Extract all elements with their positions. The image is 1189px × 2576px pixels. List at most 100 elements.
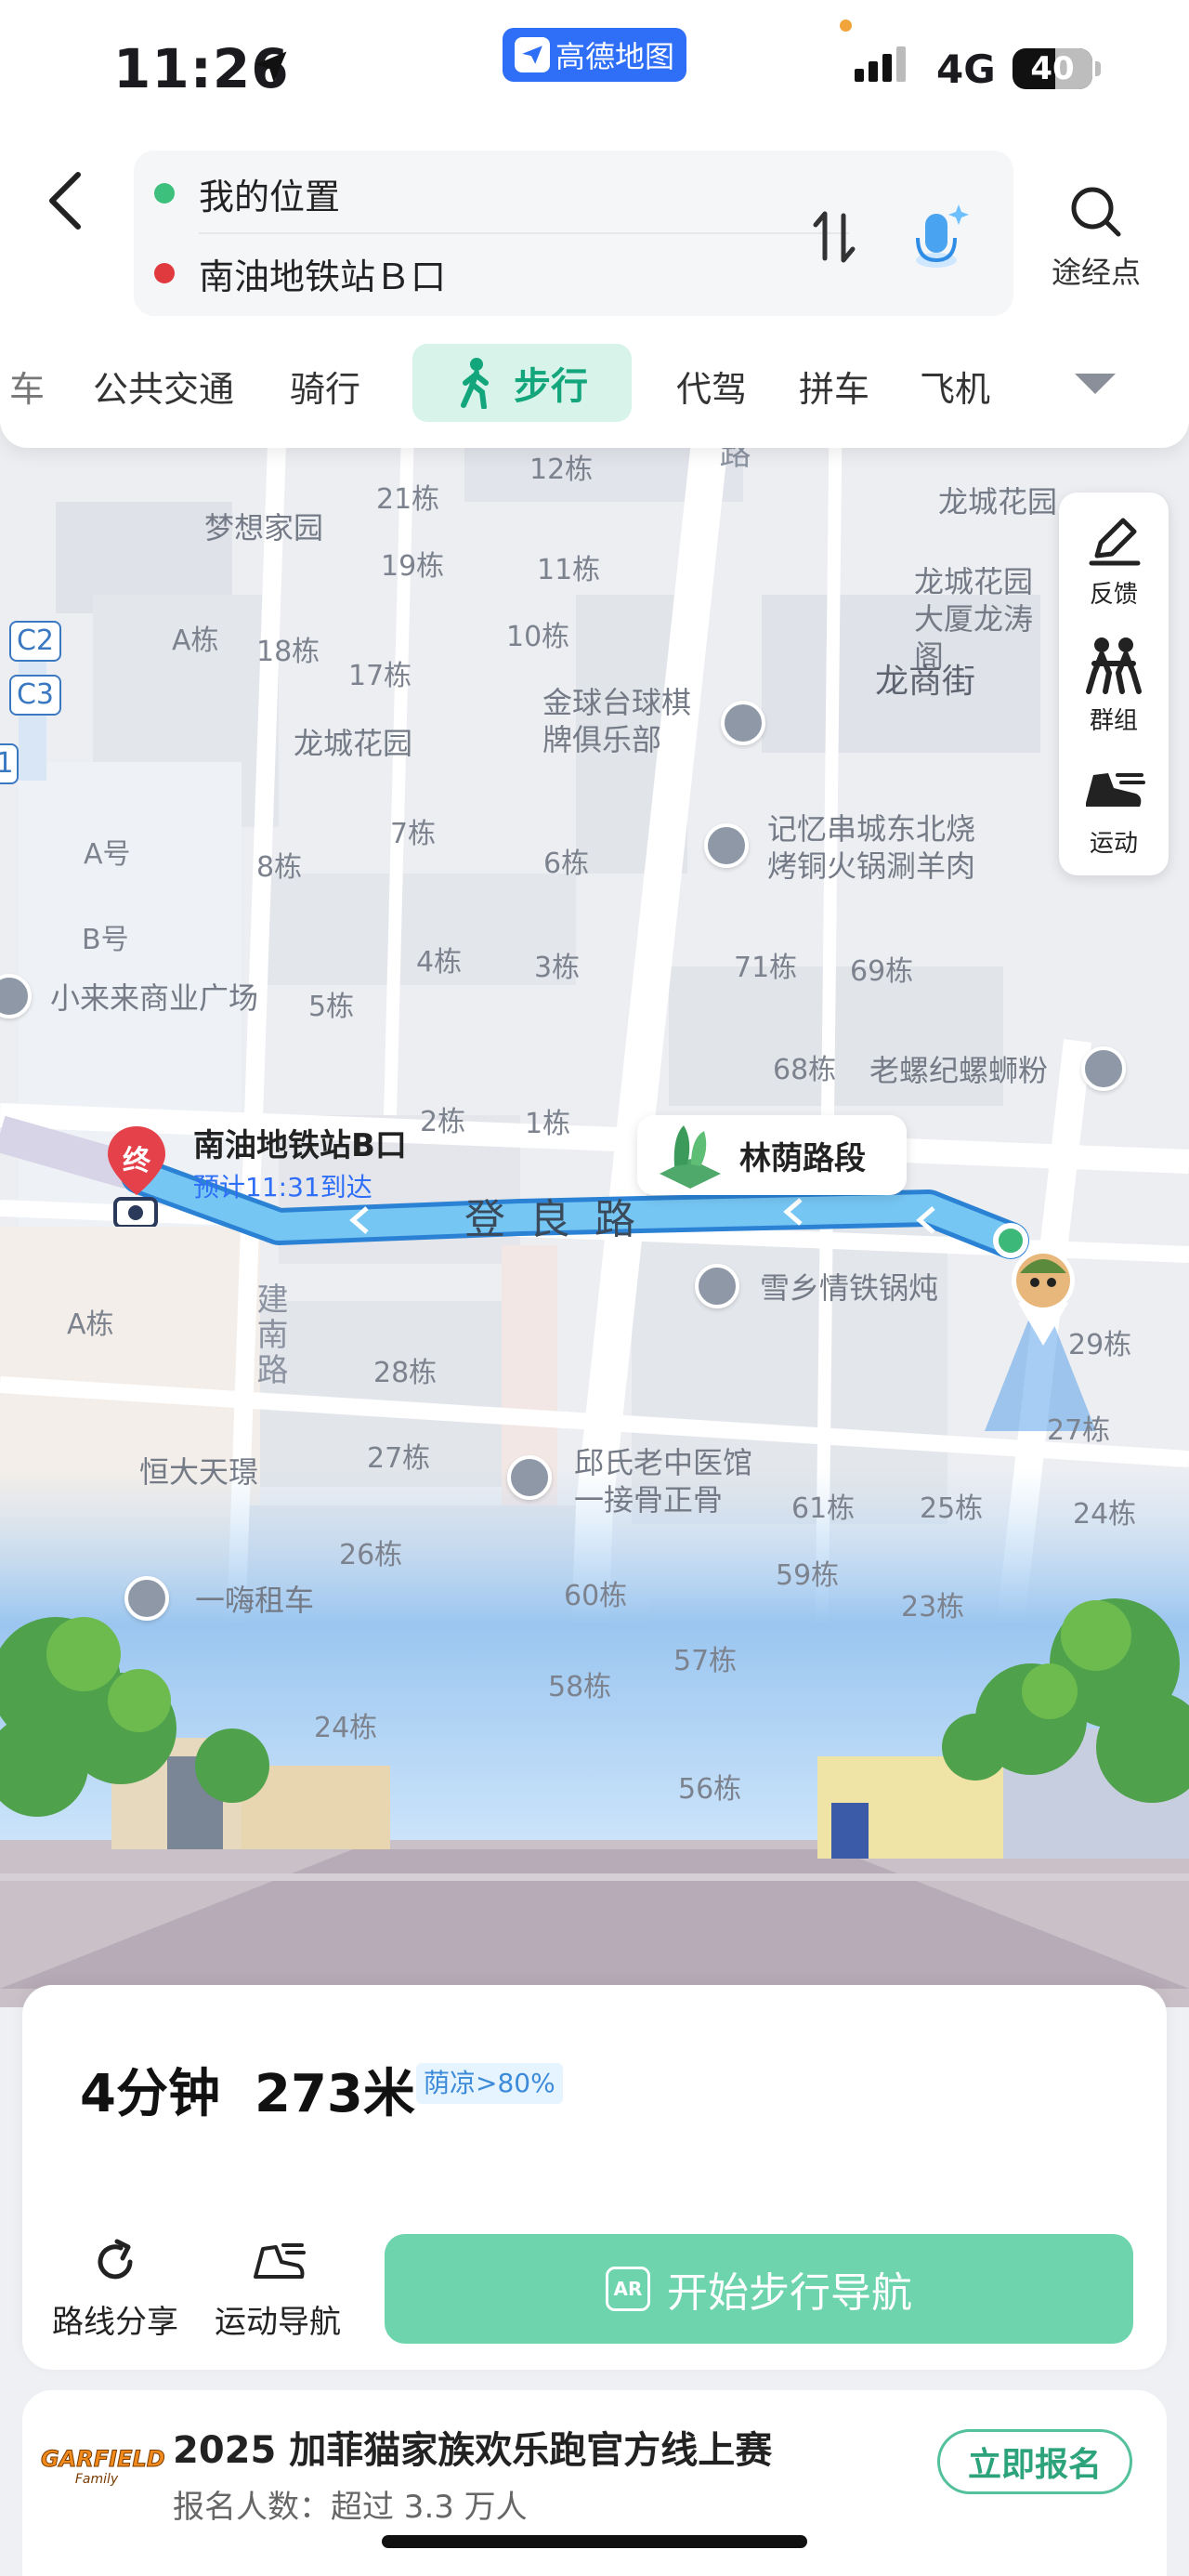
feedback-button[interactable]: 反馈 — [1059, 513, 1169, 610]
poi-label[interactable]: 一嗨租车 — [195, 1582, 314, 1619]
building-label: 2栋 — [420, 1106, 466, 1138]
chevron-down-icon[interactable] — [1075, 374, 1116, 394]
destination-text: 南油地铁站Ｂ口 — [199, 256, 447, 297]
road-label: 登良路 — [464, 1196, 660, 1243]
poi-label[interactable]: 金球台球棋牌俱乐部 — [542, 684, 710, 758]
home-indicator[interactable] — [382, 2535, 807, 2548]
destination-marker[interactable]: 终 — [104, 1124, 169, 1229]
restaurant-icon[interactable] — [695, 1264, 739, 1308]
destination-eta: 预计11:31到达 — [193, 1172, 372, 1203]
sport-navigation-button[interactable]: 运动导航 — [213, 2236, 343, 2342]
destination-field[interactable]: 南油地铁站Ｂ口 — [152, 236, 446, 310]
building-label: 28栋 — [373, 1357, 438, 1389]
garfield-logo: GARFIELD Family — [41, 2446, 166, 2488]
poi-label[interactable]: 记忆串城东北烧烤铜火锅涮羊肉 — [767, 810, 1000, 885]
origin-dot-icon — [154, 183, 175, 204]
tab-walk[interactable]: 步行 — [412, 344, 632, 422]
poi-label[interactable]: 小来来商业广场 — [50, 979, 258, 1017]
food-icon[interactable] — [1081, 1046, 1126, 1091]
building-label: 27栋 — [367, 1442, 431, 1475]
start-walking-navigation-button[interactable]: AR 开始步行导航 — [385, 2234, 1133, 2344]
voice-assistant-icon[interactable] — [901, 195, 975, 279]
tab-car[interactable]: 车 — [9, 361, 45, 412]
building-label: 57栋 — [673, 1645, 738, 1677]
paper-plane-icon — [514, 37, 550, 72]
street-label: 龙商街 — [875, 663, 976, 701]
building-label: 26栋 — [339, 1539, 403, 1571]
building-label: 7栋 — [390, 818, 437, 850]
group-button[interactable]: 群组 — [1059, 636, 1169, 736]
building-label: A号 — [84, 838, 131, 871]
tab-transit[interactable]: 公共交通 — [93, 361, 234, 412]
transit-code[interactable]: C2 — [9, 621, 61, 662]
feedback-label: 反馈 — [1089, 581, 1138, 609]
signal-icon — [855, 46, 910, 82]
promo-title: 2025 加菲猫家族欢乐跑官方线上赛 — [173, 2429, 773, 2472]
building-label: B号 — [82, 924, 129, 956]
origin-field[interactable]: 我的位置 — [152, 156, 340, 230]
transit-code[interactable]: 1 — [0, 743, 19, 784]
poi-label[interactable]: 老螺纪螺蛳粉 — [869, 1052, 1048, 1089]
sport-button[interactable]: 运动 — [1059, 762, 1169, 859]
poi-label[interactable]: 邱氏老中医馆一接骨正骨 — [574, 1444, 778, 1518]
route-input-box: 我的位置 南油地铁站Ｂ口 — [134, 151, 1013, 316]
building-label: 56栋 — [678, 1773, 742, 1806]
tab-ride[interactable]: 骑行 — [290, 361, 360, 412]
poi-label[interactable]: 龙城花园 — [294, 725, 412, 762]
billiards-icon[interactable] — [721, 701, 765, 745]
building-label: 27栋 — [1047, 1414, 1111, 1447]
car-rental-icon[interactable] — [124, 1576, 169, 1621]
shade-segment-tag[interactable]: 林荫路段 — [637, 1115, 907, 1195]
tab-flight[interactable]: 飞机 — [920, 361, 990, 412]
origin-text: 我的位置 — [199, 176, 341, 217]
promo-banner[interactable]: GARFIELD Family 2025 加菲猫家族欢乐跑官方线上赛 报名人数：… — [22, 2390, 1167, 2576]
poi-label[interactable]: 恒大天璟 — [139, 1453, 258, 1491]
destination-dot-icon — [154, 263, 175, 283]
building-label: 60栋 — [564, 1580, 628, 1612]
tab-walk-label: 步行 — [514, 365, 588, 408]
shade-badge: 荫凉>80% — [416, 2063, 563, 2104]
swap-icon[interactable] — [806, 204, 862, 269]
clinic-icon[interactable] — [507, 1455, 552, 1500]
start-navigation-label: 开始步行导航 — [667, 2269, 912, 2317]
building-label: 3栋 — [534, 952, 581, 984]
building-label: 71栋 — [734, 952, 798, 984]
building-label: 18栋 — [256, 636, 320, 668]
location-arrow-icon — [255, 51, 287, 83]
building-label: 25栋 — [920, 1492, 984, 1525]
restaurant-icon[interactable] — [704, 823, 749, 868]
ar-icon: AR — [606, 2267, 650, 2311]
register-button[interactable]: 立即报名 — [937, 2429, 1132, 2494]
building-label: 5栋 — [308, 991, 355, 1023]
tab-carpool[interactable]: 拼车 — [799, 361, 869, 412]
sport-label: 运动 — [1089, 830, 1138, 858]
map-tools-panel: 反馈 群组 运动 — [1059, 493, 1169, 875]
share-route-button[interactable]: 路线分享 — [50, 2236, 180, 2342]
tree-icon — [660, 1125, 721, 1189]
pencil-icon — [1089, 518, 1141, 566]
poi-label[interactable]: 龙城花园大厦龙涛阁 — [914, 563, 1053, 675]
building-label: 69栋 — [850, 955, 914, 988]
app-name: 高德地图 — [555, 39, 674, 74]
building-label: 21栋 — [376, 483, 440, 516]
poi-label[interactable]: 龙城花园 — [938, 483, 1057, 520]
route-distance: 273米 — [255, 2064, 415, 2124]
user-avatar-marker[interactable] — [1011, 1245, 1076, 1347]
via-point-button[interactable]: 途经点 — [1040, 182, 1152, 292]
search-icon — [1071, 187, 1121, 237]
building-label: 61栋 — [791, 1492, 856, 1525]
transit-code[interactable]: C3 — [9, 675, 61, 716]
network-type: 4G — [936, 46, 996, 92]
share-icon — [98, 2239, 133, 2280]
poi-label[interactable]: 雪乡情铁锅炖 — [760, 1269, 938, 1307]
back-arrow-icon[interactable] — [37, 164, 93, 238]
poi-label[interactable]: 梦想家园 — [204, 509, 323, 546]
tab-chauffeur[interactable]: 代驾 — [676, 361, 747, 412]
divider — [199, 232, 849, 234]
building-label: 19栋 — [381, 550, 445, 583]
building-label: 10栋 — [506, 621, 570, 653]
app-indicator-pill[interactable]: 高德地图 — [503, 28, 686, 82]
shade-segment-label: 林荫路段 — [739, 1139, 866, 1177]
building-label: 24栋 — [1073, 1498, 1137, 1531]
building-label: 24栋 — [314, 1712, 378, 1744]
